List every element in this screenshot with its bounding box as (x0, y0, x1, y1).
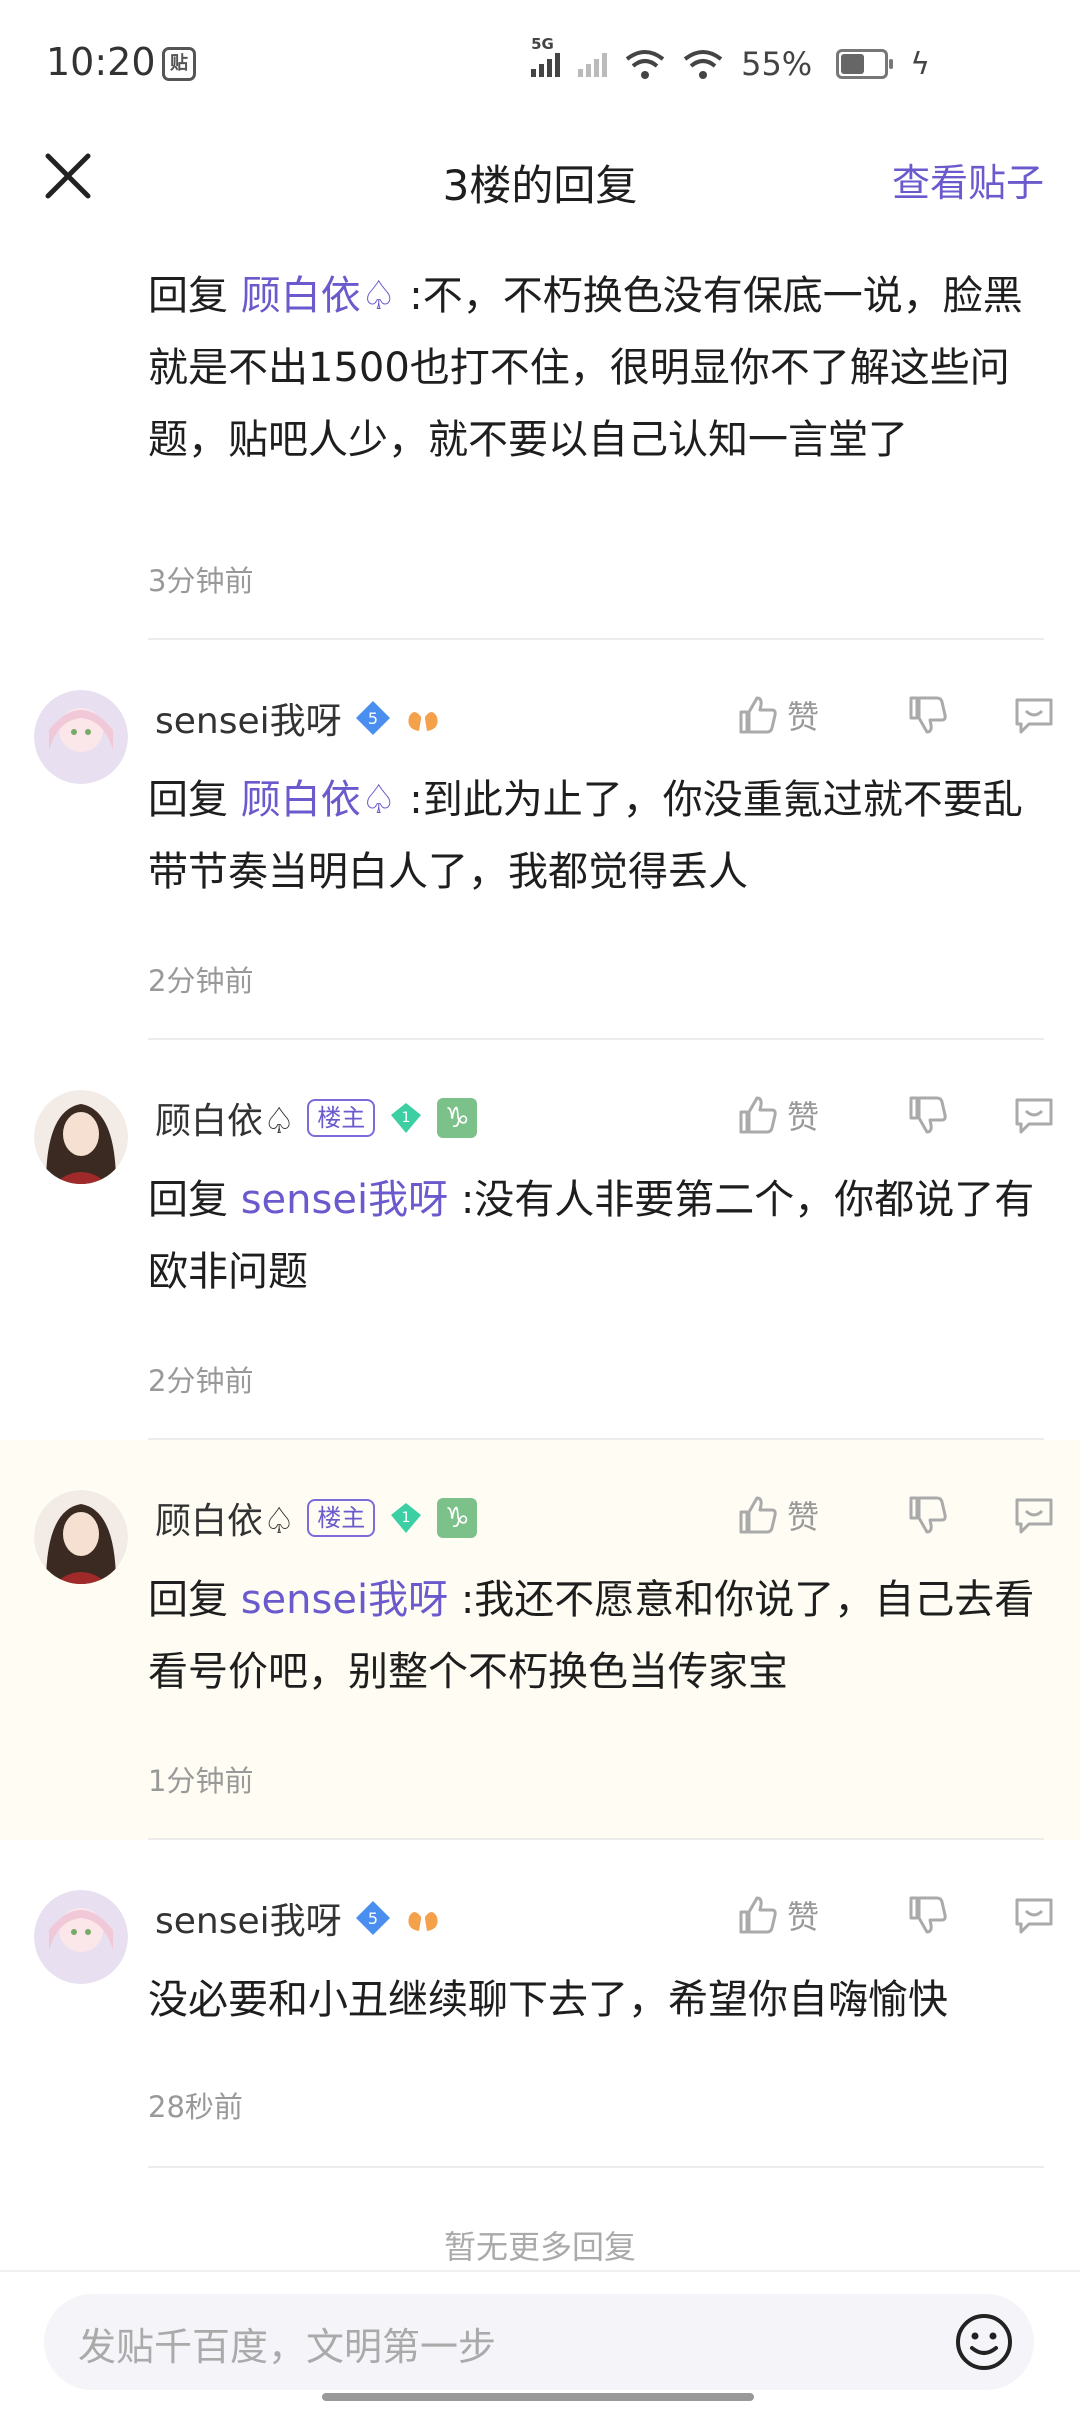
reply-item: 顾白依♤ 楼主 1 ♑ 赞 回复 sensei我呀 :没有人非要第二个，你都说了… (0, 1040, 1080, 1440)
reply-input[interactable]: 发贴千百度，文明第一步 (44, 2294, 1034, 2390)
username-row: sensei我呀 5 (155, 688, 442, 748)
reply-text[interactable]: 没必要和小丑继续聊下去了，希望你自嗨愉快 (148, 1964, 1048, 2036)
home-indicator[interactable] (322, 2393, 754, 2401)
thumbs-down-icon[interactable] (905, 1092, 951, 1138)
signal-5g-icon: 5G (531, 35, 561, 77)
like-label: 赞 (787, 1898, 820, 1936)
thumbs-up-icon (739, 696, 777, 734)
reply-text[interactable]: 回复 顾白依♤ :到此为止了，你没重氪过就不要乱带节奏当明白人了，我都觉得丢人 (148, 764, 1048, 908)
thumbs-up-icon (739, 1896, 777, 1934)
reply-time: 1分钟前 (148, 1764, 254, 1798)
thumbs-down-icon[interactable] (905, 692, 951, 738)
reply-text[interactable]: 回复 sensei我呀 :我还不愿意和你说了，自己去看看号价吧，别整个不朽换色当… (148, 1564, 1048, 1708)
username-row: 顾白依♤ 楼主 1 ♑ (155, 1488, 478, 1548)
signal-sim2-icon (578, 51, 608, 77)
status-indicators: 5G 55% ϟ (531, 35, 930, 88)
action-bar: 赞 (735, 1492, 1057, 1538)
like-button[interactable]: 赞 (735, 1092, 865, 1138)
thumbs-up-icon (739, 1496, 777, 1534)
thumbs-down-icon[interactable] (905, 1492, 951, 1538)
lungs-icon (408, 705, 438, 731)
reply-mention[interactable]: 顾白依♤ (241, 273, 397, 319)
reply-text[interactable]: 回复 sensei我呀 :没有人非要第二个，你都说了有欧非问题 (148, 1164, 1048, 1308)
status-time: 10:20 (46, 40, 156, 84)
view-post-button[interactable]: 查看贴子 (892, 152, 1044, 207)
username-row: sensei我呀 5 (155, 1888, 442, 1948)
svg-text:5: 5 (368, 709, 378, 728)
top-bar: 3楼的回复 查看贴子 (0, 130, 1080, 240)
lungs-icon (408, 1905, 438, 1931)
like-label: 赞 (787, 698, 820, 736)
reply-text[interactable]: 回复 顾白依♤ :不，不朽换色没有保底一说，脸黑就是不出1500也打不住，很明显… (148, 260, 1048, 476)
level-badge-icon: 5 (355, 701, 390, 735)
emoji-icon[interactable] (954, 2312, 1014, 2372)
avatar[interactable] (34, 1890, 128, 1984)
wifi-icon (683, 50, 723, 79)
reply-item-highlighted: 顾白依♤ 楼主 1 ♑ 赞 回复 sensei我呀 :我还不愿意和你说了，自己去… (0, 1440, 1080, 1840)
reply-time: 3分钟前 (148, 564, 254, 598)
reply-time: 2分钟前 (148, 964, 254, 998)
action-bar: 赞 (735, 1092, 1057, 1138)
network-type: 5G (531, 35, 554, 53)
reply-prefix: 回复 (148, 273, 228, 319)
reply-mention[interactable]: sensei我呀 (241, 1577, 448, 1623)
battery-percent: 55% (741, 45, 813, 83)
reply-bubble-icon[interactable] (1011, 1492, 1057, 1538)
reply-prefix: 回复 (148, 1177, 228, 1223)
capricorn-icon: ♑ (437, 1098, 478, 1138)
reply-time: 28秒前 (148, 2090, 243, 2124)
username[interactable]: 顾白依♤ (155, 1092, 295, 1144)
svg-text:1: 1 (402, 1110, 411, 1126)
avatar[interactable] (34, 1090, 128, 1184)
reply-input-placeholder: 发贴千百度，文明第一步 (78, 2325, 497, 2369)
wifi-plus-icon (625, 50, 665, 79)
owner-badge: 楼主 (307, 1499, 376, 1537)
reply-body: 没必要和小丑继续聊下去了，希望你自嗨愉快 (148, 1977, 948, 2023)
avatar[interactable] (34, 1490, 128, 1584)
username[interactable]: sensei我呀 (155, 1892, 342, 1944)
level-badge-icon: 5 (355, 1901, 390, 1935)
level-badge-icon: 1 (391, 1103, 422, 1133)
svg-text:5: 5 (368, 1909, 378, 1928)
reply-time: 2分钟前 (148, 1364, 254, 1398)
avatar[interactable] (34, 690, 128, 784)
reply-mention[interactable]: 顾白依♤ (241, 777, 397, 823)
status-bar: 10:20 贴 5G 55% ϟ (0, 0, 1080, 130)
owner-badge: 楼主 (307, 1099, 376, 1137)
reply-bubble-icon[interactable] (1011, 692, 1057, 738)
reply-item: 回复 顾白依♤ :不，不朽换色没有保底一说，脸黑就是不出1500也打不住，很明显… (0, 240, 1080, 640)
like-button[interactable]: 赞 (735, 1892, 865, 1938)
reply-bubble-icon[interactable] (1011, 1092, 1057, 1138)
divider (148, 2166, 1044, 2168)
charging-icon: ϟ (910, 46, 930, 82)
action-bar: 赞 (735, 692, 1057, 738)
capricorn-icon: ♑ (437, 1498, 478, 1538)
reply-prefix: 回复 (148, 1577, 228, 1623)
reply-item: sensei我呀 5 赞 没必要和小丑继续聊下去了，希望你自嗨愉快 28秒前 (0, 1840, 1080, 2170)
reply-item: sensei我呀 5 赞 回复 顾白依♤ :到此为止了，你没重氪过就不要乱带节奏… (0, 640, 1080, 1040)
like-button[interactable]: 赞 (735, 692, 865, 738)
username-row: 顾白依♤ 楼主 1 ♑ (155, 1088, 478, 1148)
reply-bubble-icon[interactable] (1011, 1892, 1057, 1938)
thumbs-down-icon[interactable] (905, 1892, 951, 1938)
no-more-replies: 暂无更多回复 (443, 2228, 636, 2266)
reply-mention[interactable]: sensei我呀 (241, 1177, 448, 1223)
like-label: 赞 (787, 1098, 820, 1136)
like-label: 赞 (787, 1498, 820, 1536)
reply-input-bar: 发贴千百度，文明第一步 (0, 2270, 1080, 2410)
battery-icon (836, 49, 894, 79)
like-button[interactable]: 赞 (735, 1492, 865, 1538)
tieba-notification-icon: 贴 (162, 47, 196, 81)
level-badge-icon: 1 (391, 1503, 422, 1533)
thumbs-up-icon (739, 1096, 777, 1134)
svg-text:1: 1 (402, 1510, 411, 1526)
action-bar: 赞 (735, 1892, 1057, 1938)
username[interactable]: 顾白依♤ (155, 1492, 295, 1544)
username[interactable]: sensei我呀 (155, 692, 342, 744)
reply-prefix: 回复 (148, 777, 228, 823)
